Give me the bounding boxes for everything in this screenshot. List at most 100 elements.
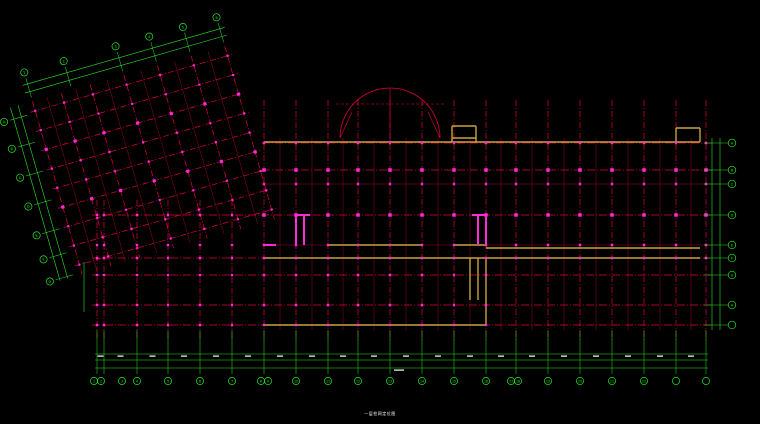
main-grid — [92, 87, 712, 340]
column — [219, 159, 224, 164]
dim-text-mark — [245, 355, 251, 357]
axis-bubble — [702, 377, 710, 385]
column — [514, 168, 518, 172]
rot-grid-line-minor — [106, 79, 157, 253]
column — [135, 256, 139, 260]
column — [610, 256, 614, 260]
column — [135, 213, 139, 217]
axis-bubble-label: 1 — [93, 379, 95, 383]
column — [452, 182, 456, 186]
column — [209, 121, 212, 125]
column — [262, 182, 266, 186]
column — [231, 73, 235, 77]
axis-bubble-label: C — [18, 176, 22, 181]
column — [484, 323, 488, 327]
column — [259, 169, 262, 173]
column — [158, 73, 162, 77]
axis-bubble-label: 11 — [326, 379, 330, 383]
column — [484, 303, 488, 307]
column — [158, 198, 162, 202]
column — [231, 198, 234, 202]
column — [95, 273, 99, 277]
column — [674, 256, 678, 260]
column — [230, 256, 234, 260]
column — [230, 273, 234, 277]
column — [546, 256, 550, 260]
column — [135, 121, 140, 126]
column — [262, 213, 266, 217]
column — [102, 256, 106, 260]
column — [102, 243, 106, 247]
column — [91, 92, 95, 96]
column — [55, 186, 59, 190]
dim-text-mark — [403, 355, 409, 357]
column — [130, 227, 133, 231]
column — [60, 205, 65, 209]
axis-bubble-label: E — [731, 243, 733, 247]
column — [135, 243, 139, 247]
column — [169, 237, 173, 240]
column — [262, 168, 266, 172]
column — [578, 182, 582, 186]
column — [674, 182, 678, 186]
axis-bubble-label: 15 — [452, 379, 456, 383]
column — [230, 213, 234, 217]
column — [95, 213, 99, 217]
column — [180, 150, 184, 154]
column — [452, 273, 456, 277]
column — [95, 323, 99, 327]
column — [225, 179, 229, 183]
axis-bubble-label: 18 — [516, 379, 520, 383]
column — [248, 131, 251, 135]
column — [125, 83, 128, 87]
axis-bubble-label: 8 — [260, 379, 262, 383]
column — [264, 188, 268, 192]
axis-bubble-label: 2 — [100, 379, 102, 383]
axis-bubble-label: 2 — [62, 59, 65, 63]
rot-grid-line-minor — [207, 50, 258, 225]
column — [236, 217, 240, 221]
dim-text-mark — [688, 355, 694, 357]
axis-bubble-label: 19 — [546, 379, 550, 383]
column — [356, 141, 360, 145]
axis-bubble-label: 1 — [23, 71, 26, 75]
rot-dim-tick — [17, 141, 35, 148]
axis-bubble-label: 17 — [509, 379, 513, 383]
column — [388, 243, 392, 247]
axis-bubble-label: 4 — [148, 35, 152, 40]
column — [102, 213, 106, 217]
axis-bubble-label: 6 — [199, 379, 201, 383]
dim-text-mark — [467, 355, 473, 357]
dim-text-mark — [117, 355, 124, 357]
dim-text-mark — [435, 355, 441, 357]
column — [79, 158, 83, 162]
column — [610, 141, 614, 145]
column — [294, 141, 298, 145]
column — [356, 273, 360, 277]
dim-text-mark — [498, 355, 504, 357]
column — [610, 182, 614, 186]
rot-dim-tick — [49, 252, 67, 258]
column — [452, 323, 456, 327]
column — [95, 243, 99, 247]
axis-bubble-label: A — [2, 120, 6, 125]
column — [102, 130, 106, 135]
column — [610, 213, 614, 217]
column — [141, 141, 145, 144]
column — [262, 303, 266, 307]
axis-bubbles: 1 2 3 4 5 6 7 8 9 10 11 12 13 14 15 16 17 18 19 20 21 22ABCDE… — [90, 138, 737, 385]
axis-bubble-label: H — [731, 303, 734, 307]
column — [62, 101, 66, 104]
column — [202, 101, 207, 106]
column — [674, 213, 678, 217]
column — [420, 168, 424, 172]
rot-grid-line-minor — [140, 70, 191, 244]
column — [514, 243, 518, 247]
column — [546, 168, 550, 172]
cad-viewport[interactable]: 123456ABCDEFG 1 2 3 4 5 6 7 8 9 10 11 12 13 14 15 16 17 1… — [0, 0, 760, 424]
column — [388, 256, 392, 260]
column — [294, 256, 298, 260]
column — [198, 213, 202, 217]
column — [230, 243, 234, 247]
column — [578, 256, 582, 260]
